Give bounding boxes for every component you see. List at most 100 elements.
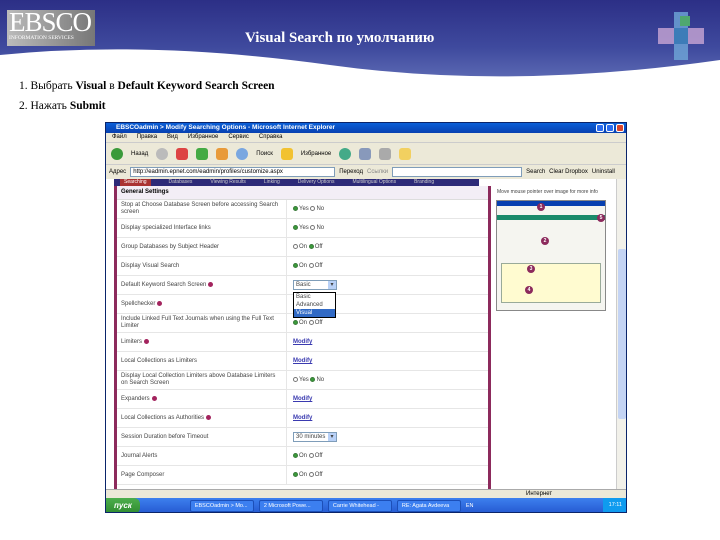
menu-item[interactable]: Правка	[137, 134, 157, 141]
setting-label: Session Duration before Timeout	[121, 433, 209, 440]
radio-button[interactable]	[293, 376, 298, 382]
address-bar: Адрес http://eadmin.epnet.com/eadmin/pro…	[106, 165, 626, 178]
setting-row: Expanders Modify	[117, 390, 488, 409]
mail-icon[interactable]	[359, 147, 372, 160]
modify-link[interactable]: Modify	[293, 339, 312, 345]
language-indicator[interactable]: EN	[466, 503, 474, 509]
window-titlebar: EBSCOadmin > Modify Searching Options - …	[106, 123, 626, 133]
refresh-icon[interactable]	[196, 147, 209, 160]
menu-item[interactable]: Вид	[167, 134, 178, 141]
help-icon[interactable]	[157, 300, 163, 306]
radio-button[interactable]	[308, 319, 314, 325]
modify-link[interactable]: Modify	[293, 415, 312, 421]
radio-button[interactable]	[293, 452, 298, 458]
marker-1: 1	[537, 203, 545, 211]
search-button[interactable]: Поиск	[256, 151, 273, 157]
tab[interactable]: Viewing Results	[210, 179, 245, 186]
radio-button[interactable]	[293, 205, 298, 211]
setting-row: Session Duration before Timeout 30 minute…	[117, 428, 488, 447]
links-button[interactable]: Ссылки	[367, 169, 388, 175]
marker-5: 5	[597, 214, 605, 222]
setting-row: Journal Alerts On Off	[117, 447, 488, 466]
dropdown-option[interactable]: Basic	[294, 293, 335, 301]
help-icon[interactable]	[144, 338, 150, 344]
menu-bar: Файл Правка Вид Избранное Сервис Справка	[106, 133, 626, 143]
url-input[interactable]: http://eadmin.epnet.com/eadmin/profiles/…	[130, 166, 336, 177]
radio-button[interactable]	[293, 471, 298, 477]
toolbar-search-input[interactable]	[392, 166, 523, 177]
settings-tabs: Searching Databases Viewing Results Linking…	[114, 179, 479, 186]
favorites-button[interactable]: Избранное	[301, 151, 331, 157]
back-icon[interactable]	[111, 147, 123, 160]
toolbar-search-button[interactable]: Search	[526, 169, 545, 175]
forward-icon[interactable]	[156, 147, 169, 160]
menu-item[interactable]: Избранное	[188, 134, 218, 141]
section-heading: General Settings	[117, 186, 488, 200]
tab[interactable]: Branding	[414, 179, 434, 186]
menu-item[interactable]: Справка	[259, 134, 283, 141]
uninstall-button[interactable]: Uninstall	[592, 169, 615, 175]
radio-button[interactable]	[308, 471, 314, 477]
tab[interactable]: Multilingual Options	[352, 179, 396, 186]
dropdown-option[interactable]: Visual	[294, 309, 335, 317]
help-icon[interactable]	[151, 395, 157, 401]
radio-button[interactable]	[308, 262, 314, 268]
history-icon[interactable]	[339, 147, 352, 160]
search-icon[interactable]	[236, 147, 249, 160]
setting-label: Display Local Collection Limiters above …	[121, 373, 276, 386]
clear-dropbox-button[interactable]: Clear Dropbox	[549, 169, 588, 175]
preview-image[interactable]: 1 2 3 4 5	[496, 200, 606, 311]
settings-panel: General Settings Stop at Choose Database…	[114, 186, 491, 496]
tab[interactable]: Searching	[120, 179, 151, 186]
home-icon[interactable]	[216, 147, 229, 160]
radio-button[interactable]	[310, 376, 316, 382]
instructions: 1. Выбрать Visual в Default Keyword Sear…	[19, 76, 275, 116]
taskbar-item[interactable]: EBSCOadmin > Mo...	[189, 500, 254, 512]
stop-icon[interactable]	[176, 147, 189, 160]
radio-button[interactable]	[310, 205, 316, 211]
minimize-button[interactable]	[596, 124, 604, 132]
timeout-select[interactable]: 30 minutes	[293, 432, 337, 442]
radio-button[interactable]	[293, 243, 298, 249]
radio-button[interactable]	[293, 319, 298, 325]
radio-label: Yes	[299, 206, 309, 213]
taskbar-item[interactable]: RE: Agata Avdeeva	[396, 500, 461, 512]
start-button[interactable]: пуск	[106, 498, 140, 512]
favorites-icon[interactable]	[280, 147, 293, 160]
keyword-screen-select[interactable]: Basic	[293, 280, 337, 290]
menu-item[interactable]: Файл	[112, 134, 127, 141]
folder-icon[interactable]	[399, 147, 412, 160]
radio-button[interactable]	[293, 262, 298, 268]
modify-link[interactable]: Modify	[293, 396, 312, 402]
ebsco-logo: EBSCO INFORMATION SERVICES	[7, 9, 95, 46]
setting-row: Stop at Choose Database Screen before ac…	[117, 200, 488, 219]
tab[interactable]: Linking	[264, 179, 280, 186]
radio-label: Yes	[299, 377, 309, 384]
taskbar-item[interactable]: 2 Microsoft Powe...	[258, 500, 323, 512]
help-icon[interactable]	[206, 414, 212, 420]
taskbar-item[interactable]: Carrie Whitehead -	[327, 500, 392, 512]
setting-label: Stop at Choose Database Screen before ac…	[121, 202, 279, 215]
print-icon[interactable]	[379, 147, 392, 160]
setting-label: Group Databases by Subject Header	[121, 243, 220, 250]
radio-label: On	[299, 244, 308, 251]
setting-row: Display specialized Interface links Yes N…	[117, 219, 488, 238]
tab[interactable]: Delivery Options	[298, 179, 335, 186]
preview-panel: Move mouse pointer over image for more i…	[494, 186, 612, 496]
radio-button[interactable]	[308, 452, 314, 458]
maximize-button[interactable]	[606, 124, 614, 132]
radio-button[interactable]	[310, 224, 316, 230]
close-button[interactable]	[616, 124, 624, 132]
help-icon[interactable]	[208, 281, 214, 287]
setting-row: Limiters Modify	[117, 333, 488, 352]
back-button[interactable]: Назад	[131, 151, 148, 157]
go-button[interactable]: Переход	[339, 169, 363, 175]
modify-link[interactable]: Modify	[293, 358, 312, 364]
browser-screenshot: EBSCOadmin > Modify Searching Options - …	[105, 122, 627, 513]
radio-button[interactable]	[308, 243, 314, 249]
menu-item[interactable]: Сервис	[228, 134, 249, 141]
dropdown-option[interactable]: Advanced	[294, 301, 335, 309]
tab[interactable]: Databases	[169, 179, 193, 186]
radio-button[interactable]	[293, 224, 298, 230]
vertical-scrollbar[interactable]	[616, 179, 626, 489]
